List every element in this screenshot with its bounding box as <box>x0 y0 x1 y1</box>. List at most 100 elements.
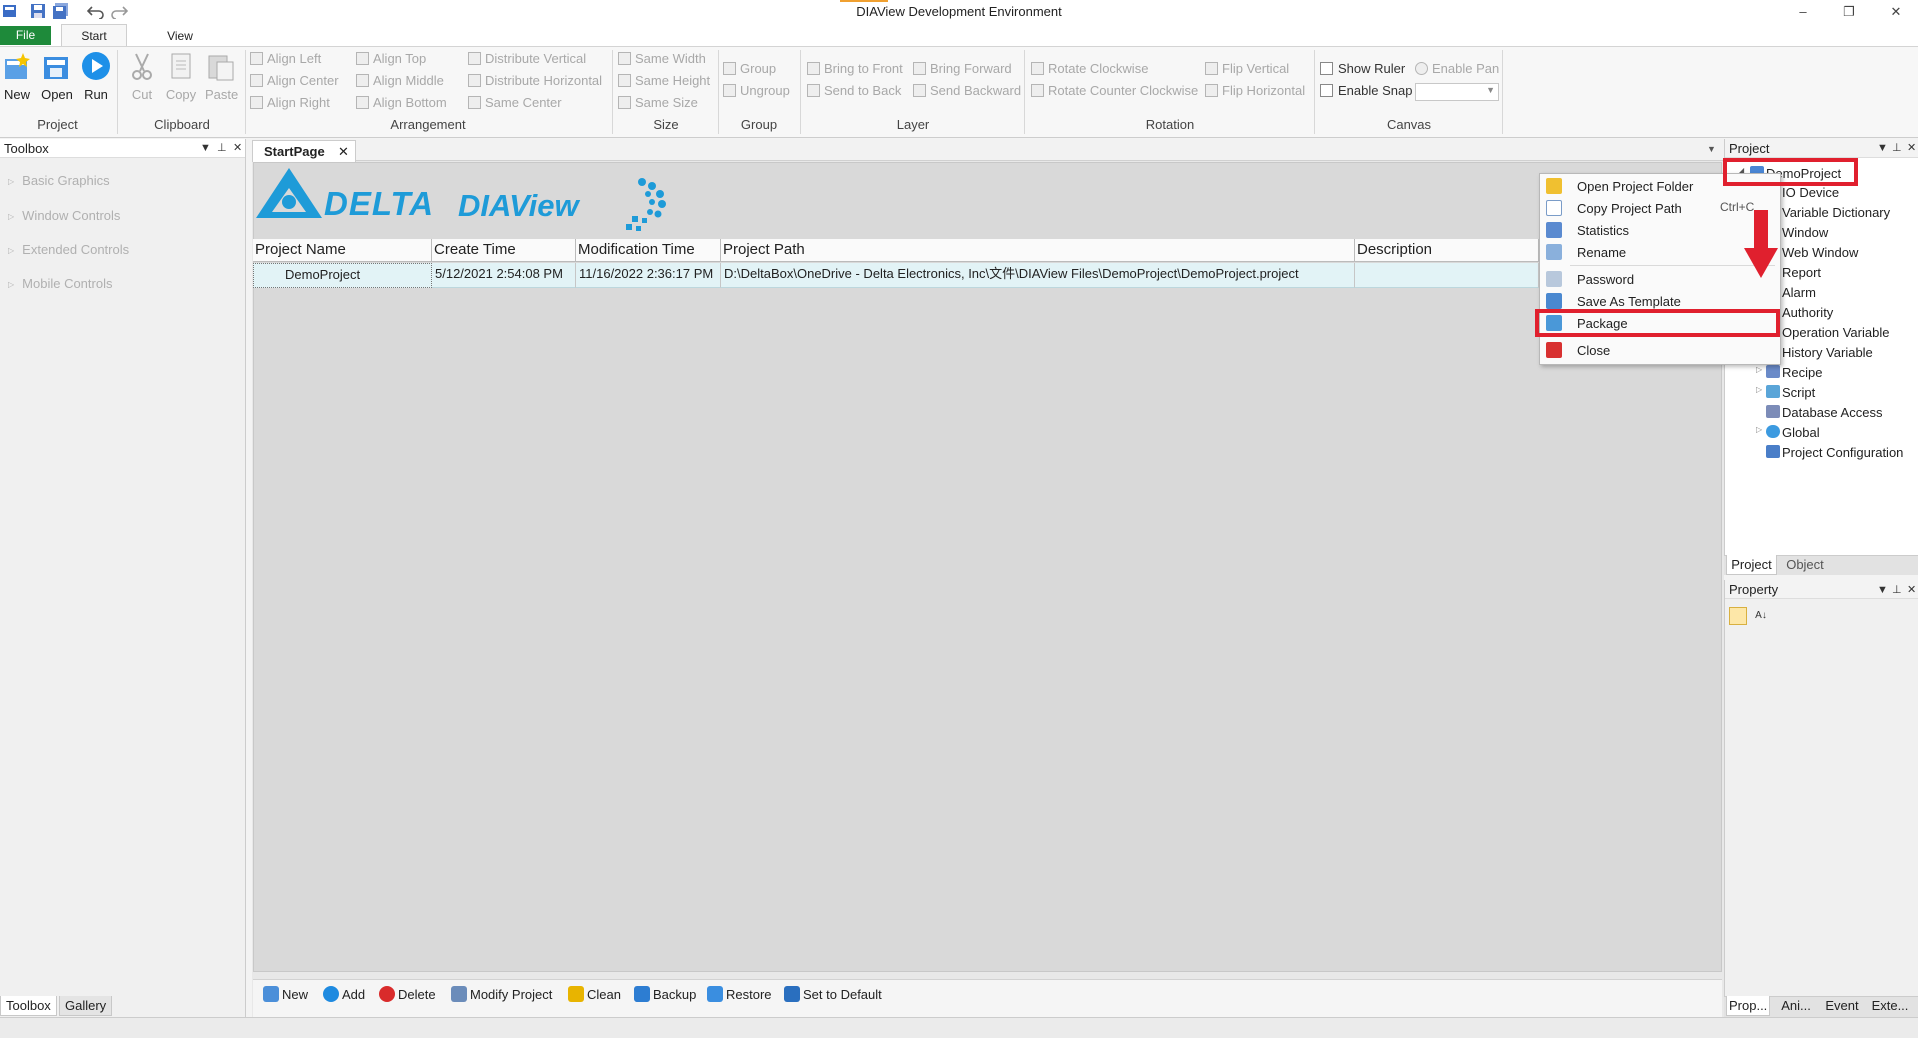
send-to-back-button[interactable]: Send to Back <box>807 81 901 101</box>
close-icon[interactable]: ✕ <box>1907 583 1916 596</box>
footer-set-default-button[interactable]: Set to Default <box>784 986 882 1004</box>
tab-file[interactable]: File <box>0 26 51 45</box>
toolbox-category-window-controls[interactable]: Window Controls <box>8 208 120 223</box>
group-button[interactable]: Group <box>723 59 776 79</box>
footer-modify-project-button[interactable]: Modify Project <box>451 986 552 1004</box>
panel-menu-icon[interactable]: ▼ <box>1877 142 1888 154</box>
expand-recipe-icon[interactable]: ▷ <box>1756 365 1762 374</box>
column-header-project-path[interactable]: Project Path <box>721 239 1355 262</box>
distribute-horizontal-button[interactable]: Distribute Horizontal <box>468 71 602 91</box>
cell-project-name[interactable]: DemoProject <box>253 263 432 288</box>
footer-add-button[interactable]: Add <box>323 986 365 1004</box>
tab-list-chevron-icon[interactable]: ▼ <box>1707 144 1716 154</box>
enable-pan-button[interactable]: Enable Pan <box>1415 59 1499 79</box>
expand-script-icon[interactable]: ▷ <box>1756 385 1762 394</box>
tree-node-operation-variable[interactable]: Operation Variable <box>1782 325 1889 340</box>
close-window-button[interactable]: ✕ <box>1886 4 1906 22</box>
show-ruler-checkbox[interactable]: Show Ruler <box>1320 59 1405 79</box>
align-center-button[interactable]: Align Center <box>250 71 339 91</box>
tree-node-authority[interactable]: Authority <box>1782 305 1833 320</box>
align-left-button[interactable]: Align Left <box>250 49 321 69</box>
categorized-view-icon[interactable] <box>1729 607 1747 625</box>
menu-item-statistics[interactable]: Statistics <box>1577 222 1629 240</box>
tab-object[interactable]: Object <box>1780 555 1830 575</box>
menu-item-password[interactable]: Password <box>1577 271 1634 289</box>
close-icon[interactable]: ✕ <box>1907 141 1916 154</box>
same-height-button[interactable]: Same Height <box>618 71 710 91</box>
open-button[interactable]: Open <box>41 51 73 102</box>
run-button[interactable]: Run <box>80 51 112 102</box>
paste-button[interactable]: Paste <box>205 51 238 102</box>
footer-new-button[interactable]: New <box>263 986 308 1004</box>
minimize-button[interactable]: – <box>1793 4 1813 22</box>
panel-menu-icon[interactable]: ▼ <box>200 142 211 154</box>
same-center-button[interactable]: Same Center <box>468 93 562 113</box>
menu-item-close[interactable]: Close <box>1577 342 1610 360</box>
align-top-button[interactable]: Align Top <box>356 49 426 69</box>
menu-item-copy-project-path[interactable]: Copy Project Path <box>1577 200 1682 218</box>
tree-node-io-device[interactable]: IO Device <box>1782 185 1839 200</box>
enable-snap-checkbox[interactable]: Enable Snap <box>1320 81 1412 101</box>
tree-node-variable-dictionary[interactable]: Variable Dictionary <box>1782 205 1890 220</box>
align-bottom-button[interactable]: Align Bottom <box>356 93 447 113</box>
column-header-modification-time[interactable]: Modification Time <box>576 239 721 262</box>
flip-vertical-button[interactable]: Flip Vertical <box>1205 59 1289 79</box>
panel-menu-icon[interactable]: ▼ <box>1877 584 1888 596</box>
tree-node-window[interactable]: Window <box>1782 225 1828 240</box>
cut-button[interactable]: Cut <box>126 51 158 102</box>
tree-node-project-configuration[interactable]: Project Configuration <box>1782 445 1903 460</box>
footer-delete-button[interactable]: Delete <box>379 986 436 1004</box>
new-button[interactable]: New <box>1 51 33 102</box>
snap-size-dropdown[interactable]: ▼ <box>1415 83 1499 101</box>
tab-startpage[interactable]: StartPage ✕ <box>252 140 356 162</box>
tree-node-script[interactable]: Script <box>1782 385 1815 400</box>
tab-start[interactable]: Start <box>61 24 127 46</box>
tab-toolbox[interactable]: Toolbox <box>0 996 57 1016</box>
pin-icon[interactable]: ⊥ <box>217 141 227 154</box>
footer-backup-button[interactable]: Backup <box>634 986 696 1004</box>
tab-event[interactable]: Event <box>1820 996 1864 1016</box>
ungroup-button[interactable]: Ungroup <box>723 81 790 101</box>
bring-to-front-button[interactable]: Bring to Front <box>807 59 903 79</box>
toolbox-category-basic-graphics[interactable]: Basic Graphics <box>8 173 109 188</box>
tree-node-history-variable[interactable]: History Variable <box>1782 345 1873 360</box>
tree-node-web-window[interactable]: Web Window <box>1782 245 1858 260</box>
align-middle-button[interactable]: Align Middle <box>356 71 444 91</box>
tab-view[interactable]: View <box>155 26 205 46</box>
align-right-button[interactable]: Align Right <box>250 93 330 113</box>
footer-restore-button[interactable]: Restore <box>707 986 772 1004</box>
distribute-vertical-button[interactable]: Distribute Vertical <box>468 49 586 69</box>
rotate-counter-clockwise-button[interactable]: Rotate Counter Clockwise <box>1031 81 1198 101</box>
tree-node-global[interactable]: Global <box>1782 425 1820 440</box>
rotate-clockwise-button[interactable]: Rotate Clockwise <box>1031 59 1148 79</box>
flip-horizontal-button[interactable]: Flip Horizontal <box>1205 81 1305 101</box>
column-header-description[interactable]: Description <box>1355 239 1539 262</box>
tab-animation[interactable]: Ani... <box>1776 996 1816 1016</box>
menu-item-rename[interactable]: Rename <box>1577 244 1626 262</box>
tree-node-alarm[interactable]: Alarm <box>1782 285 1816 300</box>
tab-extension[interactable]: Exte... <box>1866 996 1914 1016</box>
toolbox-category-extended-controls[interactable]: Extended Controls <box>8 242 129 257</box>
copy-button[interactable]: Copy <box>165 51 197 102</box>
menu-item-open-project-folder[interactable]: Open Project Folder <box>1577 178 1693 196</box>
close-tab-icon[interactable]: ✕ <box>338 141 349 162</box>
tree-node-report[interactable]: Report <box>1782 265 1821 280</box>
footer-clean-button[interactable]: Clean <box>568 986 621 1004</box>
tab-property[interactable]: Prop... <box>1726 996 1770 1016</box>
send-backward-button[interactable]: Send Backward <box>913 81 1021 101</box>
restore-button[interactable]: ❐ <box>1839 4 1859 22</box>
alphabetical-sort-icon[interactable]: A↓ <box>1752 607 1770 625</box>
pin-icon[interactable]: ⊥ <box>1892 141 1902 154</box>
tab-gallery[interactable]: Gallery <box>59 996 113 1016</box>
close-icon[interactable]: ✕ <box>233 141 242 154</box>
same-width-button[interactable]: Same Width <box>618 49 706 69</box>
column-header-create-time[interactable]: Create Time <box>432 239 576 262</box>
bring-forward-button[interactable]: Bring Forward <box>913 59 1012 79</box>
tree-node-database-access[interactable]: Database Access <box>1782 405 1882 420</box>
pin-icon[interactable]: ⊥ <box>1892 583 1902 596</box>
toolbox-category-mobile-controls[interactable]: Mobile Controls <box>8 276 112 291</box>
column-header-project-name[interactable]: Project Name <box>253 239 432 262</box>
tree-node-recipe[interactable]: Recipe <box>1782 365 1822 380</box>
same-size-button[interactable]: Same Size <box>618 93 698 113</box>
expand-global-icon[interactable]: ▷ <box>1756 425 1762 434</box>
